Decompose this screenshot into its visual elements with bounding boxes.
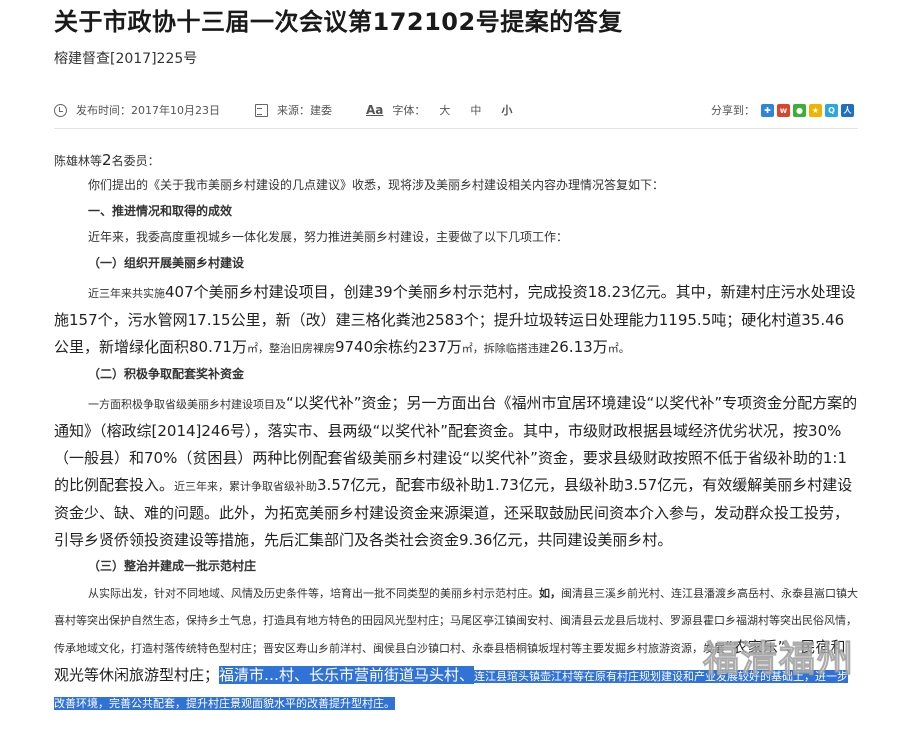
subsection-heading-2: （二）积极争取配套奖补资金 — [88, 367, 245, 381]
section-intro: 近年来，我委高度重视城乡一体化发展，努力推进美丽乡村建设，主要做了以下几项工作： — [88, 230, 569, 244]
selected-text-1: 福清市… — [219, 666, 280, 684]
star-icon[interactable]: ★ — [809, 103, 822, 117]
share-label: 分享到： — [711, 104, 755, 117]
subsection-heading-3: （三）整治并建成一批示范村庄 — [88, 559, 257, 573]
page-title: 关于市政协十三届一次会议第172102号提案的答复 — [54, 8, 623, 36]
share-bar: 分享到： ✚ w ● ★ Q 人 — [711, 102, 854, 118]
meta-bar: 发布时间：2017年10月23日 来源：建委 Aa 字体： 大 中 小 分享到：… — [54, 93, 858, 129]
greeting: 陈雄林等2名委员： — [54, 151, 160, 169]
clock-icon — [54, 103, 67, 117]
font-size-small-button[interactable]: 小 — [501, 102, 512, 118]
font-size-medium-button[interactable]: 中 — [470, 102, 481, 118]
paragraph-3: 从实际出发，针对不同地域、风情及历史条件等，培育出一批不同类型的美丽乡村示范村庄… — [54, 587, 858, 710]
font-size-label: 字体： — [392, 104, 426, 117]
section-heading-1: 一、推进情况和取得的成效 — [88, 204, 233, 218]
font-size-large-button[interactable]: 大 — [439, 102, 450, 118]
font-size-control: Aa 字体： 大 中 小 — [366, 102, 512, 118]
article-body: 陈雄林等2名委员： 你们提出的《关于我市美丽乡村建设的几点建议》收悉，现将涉及美… — [54, 150, 858, 717]
paragraph-2: 一方面积极争取省级美丽乡村建设项目及“以奖代补”资金；另一方面出台《福州市宜居环… — [54, 394, 858, 549]
font-size-icon: Aa — [366, 103, 384, 117]
selected-text-2: 村、长乐市营前街道马头村、 — [279, 666, 475, 684]
intro-paragraph: 你们提出的《关于我市美丽乡村建设的几点建议》收悉，现将涉及美丽乡村建设相关内容办… — [88, 178, 665, 192]
renren-icon[interactable]: 人 — [841, 103, 854, 117]
publish-time-text: 发布时间：2017年10月23日 — [76, 104, 220, 117]
publish-time: 发布时间：2017年10月23日 — [54, 102, 220, 118]
source: 来源：建委 — [255, 102, 332, 118]
subsection-heading-1: （一）组织开展美丽乡村建设 — [88, 256, 245, 270]
document-number: 榕建督查[2017]225号 — [54, 51, 198, 67]
qq-space-icon[interactable]: ✚ — [761, 103, 774, 117]
paragraph-1: 近三年来共实施407个美丽乡村建设项目，创建39个美丽乡村示范村，完成投资18.… — [54, 283, 856, 356]
source-text: 来源：建委 — [277, 104, 332, 117]
document-icon — [255, 103, 268, 117]
wechat-icon[interactable]: ● — [793, 103, 806, 117]
qq-icon[interactable]: Q — [825, 103, 838, 117]
tencent-weibo-icon[interactable]: w — [777, 103, 790, 117]
